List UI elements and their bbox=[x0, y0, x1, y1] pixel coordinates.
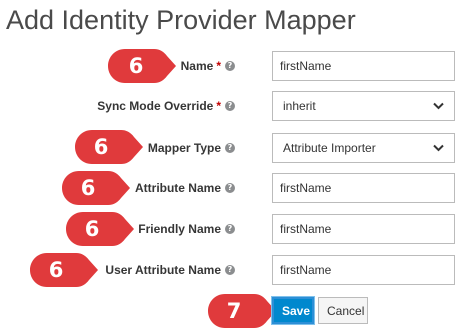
callout-number: 6 bbox=[80, 176, 96, 200]
mapper-type-label: Mapper Type bbox=[147, 141, 221, 155]
page-title: Add Identity Provider Mapper bbox=[6, 5, 356, 35]
friendly-name-input[interactable] bbox=[272, 214, 455, 244]
attribute-name-input[interactable] bbox=[272, 173, 455, 203]
help-icon[interactable]: ? bbox=[225, 101, 235, 111]
help-icon[interactable]: ? bbox=[225, 265, 235, 275]
chevron-down-icon bbox=[433, 102, 444, 110]
callout-marker: 6 bbox=[60, 169, 132, 207]
help-icon[interactable]: ? bbox=[225, 61, 235, 71]
name-input[interactable] bbox=[272, 51, 455, 81]
sync-mode-override-value: inherit bbox=[283, 99, 316, 113]
friendly-name-label: Friendly Name bbox=[138, 222, 221, 236]
callout-marker: 6 bbox=[73, 128, 145, 166]
callout-number: 6 bbox=[84, 217, 100, 241]
user-attribute-name-input[interactable] bbox=[272, 255, 455, 285]
sync-mode-override-select[interactable]: inherit bbox=[272, 91, 455, 121]
cancel-button[interactable]: Cancel bbox=[318, 297, 368, 324]
friendly-name-label-group: Friendly Name ? bbox=[138, 214, 235, 244]
help-icon[interactable]: ? bbox=[225, 224, 235, 234]
callout-marker: 6 bbox=[106, 47, 178, 85]
mapper-type-value: Attribute Importer bbox=[283, 141, 376, 155]
user-attribute-name-label-group: User Attribute Name ? bbox=[105, 255, 235, 285]
callout-marker: 6 bbox=[28, 251, 100, 289]
form-row-mapper-type: 6 Mapper Type ? Attribute Importer bbox=[0, 130, 467, 164]
name-label: Name bbox=[180, 59, 214, 73]
required-marker: * bbox=[216, 59, 221, 73]
sync-mode-override-label: Sync Mode Override bbox=[97, 99, 214, 113]
help-icon[interactable]: ? bbox=[225, 143, 235, 153]
help-icon[interactable]: ? bbox=[225, 183, 235, 193]
callout-number: 6 bbox=[48, 258, 64, 282]
chevron-down-icon bbox=[433, 144, 444, 152]
form-row-sync-mode-override: Sync Mode Override * ? inherit bbox=[0, 91, 467, 121]
save-button[interactable]: Save bbox=[272, 297, 314, 324]
user-attribute-name-label: User Attribute Name bbox=[105, 263, 221, 277]
mapper-type-select[interactable]: Attribute Importer bbox=[272, 133, 455, 163]
required-marker: * bbox=[216, 99, 221, 113]
form-row-user-attribute-name: 6 User Attribute Name ? bbox=[0, 253, 467, 287]
attribute-name-label: Attribute Name bbox=[134, 181, 221, 195]
form-row-attribute-name: 6 Attribute Name ? bbox=[0, 171, 467, 205]
mapper-type-label-group: Mapper Type ? bbox=[148, 133, 235, 163]
callout-marker: 6 bbox=[64, 210, 136, 248]
form-row-friendly-name: 6 Friendly Name ? bbox=[0, 212, 467, 246]
form-row-name: 6 Name * ? bbox=[0, 49, 467, 83]
name-label-group: Name * ? bbox=[181, 51, 235, 81]
callout-number: 7 bbox=[226, 299, 242, 323]
callout-number: 6 bbox=[128, 54, 144, 78]
callout-number: 6 bbox=[93, 135, 109, 159]
sync-mode-label-group: Sync Mode Override * ? bbox=[97, 91, 235, 121]
attribute-name-label-group: Attribute Name ? bbox=[135, 173, 235, 203]
callout-marker: 7 bbox=[206, 292, 278, 330]
